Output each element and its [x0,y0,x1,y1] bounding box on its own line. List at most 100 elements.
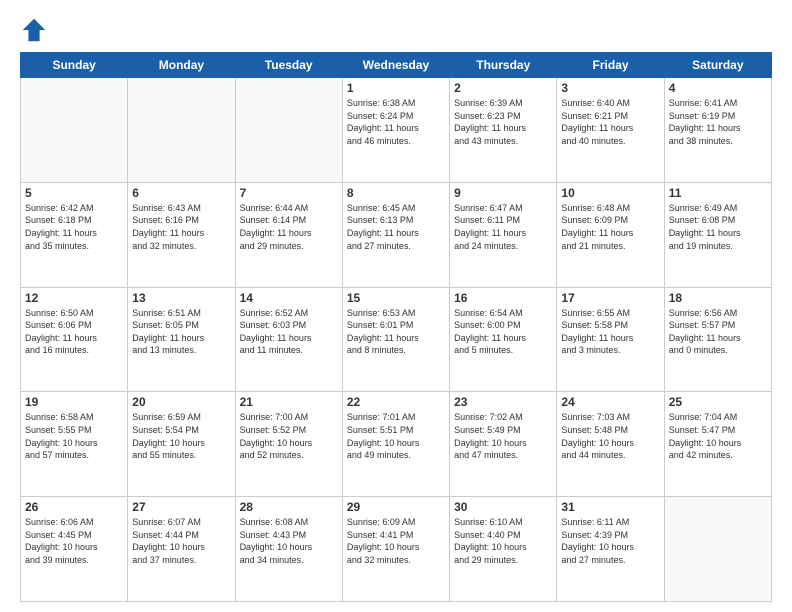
day-info: Sunrise: 6:53 AM Sunset: 6:01 PM Dayligh… [347,307,445,357]
day-number: 6 [132,186,230,200]
calendar-body: 1 Sunrise: 6:38 AM Sunset: 6:24 PM Daylig… [21,78,772,602]
day-info: Sunrise: 6:42 AM Sunset: 6:18 PM Dayligh… [25,202,123,252]
calendar-cell: 17 Sunrise: 6:55 AM Sunset: 5:58 PM Dayli… [557,287,664,392]
calendar-cell: 18Sunrise: 6:56 AM Sunset: 5:57 PM Dayli… [664,287,771,392]
day-info: Sunrise: 7:00 AM Sunset: 5:52 PM Dayligh… [240,411,338,461]
calendar-cell: 16 Sunrise: 6:54 AM Sunset: 6:00 PM Dayli… [450,287,557,392]
day-number: 9 [454,186,552,200]
calendar-cell: 4 Sunrise: 6:41 AM Sunset: 6:19 PM Daylig… [664,78,771,183]
day-info: Sunrise: 6:45 AM Sunset: 6:13 PM Dayligh… [347,202,445,252]
day-info: Sunrise: 6:08 AM Sunset: 4:43 PM Dayligh… [240,516,338,566]
day-info: Sunrise: 6:38 AM Sunset: 6:24 PM Dayligh… [347,97,445,147]
day-number: 13 [132,291,230,305]
day-number: 1 [347,81,445,95]
header [20,16,772,44]
day-number: 20 [132,395,230,409]
day-info: Sunrise: 7:04 AM Sunset: 5:47 PM Dayligh… [669,411,767,461]
calendar-cell: 21 Sunrise: 7:00 AM Sunset: 5:52 PM Dayli… [235,392,342,497]
calendar-cell: 23 Sunrise: 7:02 AM Sunset: 5:49 PM Dayli… [450,392,557,497]
calendar-cell: 29 Sunrise: 6:09 AM Sunset: 4:41 PM Dayli… [342,497,449,602]
day-number: 26 [25,500,123,514]
day-number: 3 [561,81,659,95]
day-info: Sunrise: 6:52 AM Sunset: 6:03 PM Dayligh… [240,307,338,357]
calendar-cell: 10Sunrise: 6:48 AM Sunset: 6:09 PM Dayli… [557,182,664,287]
day-info: Sunrise: 6:49 AM Sunset: 6:08 PM Dayligh… [669,202,767,252]
day-info: Sunrise: 6:58 AM Sunset: 5:55 PM Dayligh… [25,411,123,461]
calendar-cell: 3 Sunrise: 6:40 AM Sunset: 6:21 PM Daylig… [557,78,664,183]
calendar-cell: 15 Sunrise: 6:53 AM Sunset: 6:01 PM Dayli… [342,287,449,392]
day-number: 27 [132,500,230,514]
day-number: 19 [25,395,123,409]
day-number: 15 [347,291,445,305]
day-info: Sunrise: 6:43 AM Sunset: 6:16 PM Dayligh… [132,202,230,252]
day-header-saturday: Saturday [664,53,771,78]
day-number: 21 [240,395,338,409]
day-info: Sunrise: 6:59 AM Sunset: 5:54 PM Dayligh… [132,411,230,461]
day-info: Sunrise: 6:41 AM Sunset: 6:19 PM Dayligh… [669,97,767,147]
day-number: 24 [561,395,659,409]
day-info: Sunrise: 6:11 AM Sunset: 4:39 PM Dayligh… [561,516,659,566]
day-header-tuesday: Tuesday [235,53,342,78]
calendar: SundayMondayTuesdayWednesdayThursdayFrid… [20,52,772,602]
calendar-cell [664,497,771,602]
day-number: 29 [347,500,445,514]
days-of-week-row: SundayMondayTuesdayWednesdayThursdayFrid… [21,53,772,78]
calendar-header: SundayMondayTuesdayWednesdayThursdayFrid… [21,53,772,78]
day-number: 4 [669,81,767,95]
week-row-2: 12 Sunrise: 6:50 AM Sunset: 6:06 PM Dayli… [21,287,772,392]
day-number: 8 [347,186,445,200]
day-info: Sunrise: 6:44 AM Sunset: 6:14 PM Dayligh… [240,202,338,252]
day-number: 16 [454,291,552,305]
day-number: 31 [561,500,659,514]
calendar-cell: 28 Sunrise: 6:08 AM Sunset: 4:43 PM Dayli… [235,497,342,602]
page: SundayMondayTuesdayWednesdayThursdayFrid… [0,0,792,612]
calendar-cell: 30 Sunrise: 6:10 AM Sunset: 4:40 PM Dayli… [450,497,557,602]
calendar-cell: 27 Sunrise: 6:07 AM Sunset: 4:44 PM Dayli… [128,497,235,602]
day-number: 23 [454,395,552,409]
calendar-cell: 9 Sunrise: 6:47 AM Sunset: 6:11 PM Daylig… [450,182,557,287]
day-info: Sunrise: 6:55 AM Sunset: 5:58 PM Dayligh… [561,307,659,357]
day-header-wednesday: Wednesday [342,53,449,78]
calendar-cell: 19 Sunrise: 6:58 AM Sunset: 5:55 PM Dayli… [21,392,128,497]
day-number: 14 [240,291,338,305]
week-row-4: 26Sunrise: 6:06 AM Sunset: 4:45 PM Dayli… [21,497,772,602]
day-info: Sunrise: 6:50 AM Sunset: 6:06 PM Dayligh… [25,307,123,357]
calendar-cell: 6 Sunrise: 6:43 AM Sunset: 6:16 PM Daylig… [128,182,235,287]
calendar-cell: 11 Sunrise: 6:49 AM Sunset: 6:08 PM Dayli… [664,182,771,287]
day-info: Sunrise: 6:48 AM Sunset: 6:09 PM Dayligh… [561,202,659,252]
day-info: Sunrise: 6:54 AM Sunset: 6:00 PM Dayligh… [454,307,552,357]
day-info: Sunrise: 6:40 AM Sunset: 6:21 PM Dayligh… [561,97,659,147]
calendar-cell: 5Sunrise: 6:42 AM Sunset: 6:18 PM Daylig… [21,182,128,287]
day-number: 28 [240,500,338,514]
day-number: 12 [25,291,123,305]
day-info: Sunrise: 6:39 AM Sunset: 6:23 PM Dayligh… [454,97,552,147]
day-header-sunday: Sunday [21,53,128,78]
calendar-cell: 26Sunrise: 6:06 AM Sunset: 4:45 PM Dayli… [21,497,128,602]
week-row-3: 19 Sunrise: 6:58 AM Sunset: 5:55 PM Dayli… [21,392,772,497]
day-number: 17 [561,291,659,305]
calendar-cell [235,78,342,183]
calendar-cell: 31 Sunrise: 6:11 AM Sunset: 4:39 PM Dayli… [557,497,664,602]
logo-icon [20,16,48,44]
calendar-cell: 2 Sunrise: 6:39 AM Sunset: 6:23 PM Daylig… [450,78,557,183]
day-number: 2 [454,81,552,95]
day-header-thursday: Thursday [450,53,557,78]
day-info: Sunrise: 6:07 AM Sunset: 4:44 PM Dayligh… [132,516,230,566]
day-number: 7 [240,186,338,200]
calendar-cell: 25 Sunrise: 7:04 AM Sunset: 5:47 PM Dayli… [664,392,771,497]
day-number: 18 [669,291,767,305]
calendar-cell: 1 Sunrise: 6:38 AM Sunset: 6:24 PM Daylig… [342,78,449,183]
calendar-cell: 24Sunrise: 7:03 AM Sunset: 5:48 PM Dayli… [557,392,664,497]
day-number: 22 [347,395,445,409]
calendar-cell: 13Sunrise: 6:51 AM Sunset: 6:05 PM Dayli… [128,287,235,392]
calendar-cell: 12 Sunrise: 6:50 AM Sunset: 6:06 PM Dayli… [21,287,128,392]
day-number: 30 [454,500,552,514]
day-number: 11 [669,186,767,200]
day-info: Sunrise: 7:02 AM Sunset: 5:49 PM Dayligh… [454,411,552,461]
day-info: Sunrise: 6:09 AM Sunset: 4:41 PM Dayligh… [347,516,445,566]
day-info: Sunrise: 6:47 AM Sunset: 6:11 PM Dayligh… [454,202,552,252]
calendar-cell: 14 Sunrise: 6:52 AM Sunset: 6:03 PM Dayli… [235,287,342,392]
day-info: Sunrise: 6:10 AM Sunset: 4:40 PM Dayligh… [454,516,552,566]
day-number: 25 [669,395,767,409]
calendar-cell: 7 Sunrise: 6:44 AM Sunset: 6:14 PM Daylig… [235,182,342,287]
